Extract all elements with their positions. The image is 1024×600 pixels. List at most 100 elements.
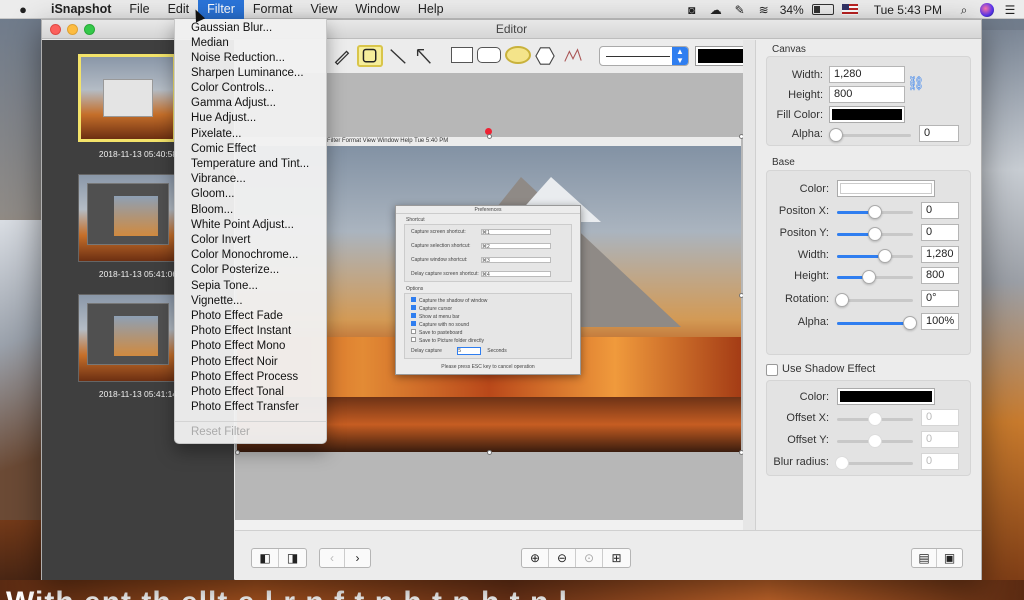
menu-view[interactable]: View [302,0,347,19]
thumbnail-3[interactable] [78,294,176,382]
offset-x-slider[interactable] [837,412,913,426]
filter-item[interactable]: Hue Adjust... [191,111,256,126]
filter-item[interactable]: Gaussian Blur... [191,21,272,36]
filter-item[interactable]: Sharpen Luminance... [191,66,304,81]
filter-item[interactable]: Vignette... [191,294,243,309]
line-tool-icon[interactable] [387,45,409,67]
menu-filter[interactable]: Filter [198,0,244,19]
toggle-left-panel-icon[interactable]: ◧ [252,549,279,567]
filter-item[interactable]: Photo Effect Fade [191,309,283,324]
wifi-icon[interactable]: ≋ [756,3,772,17]
filter-item[interactable]: Noise Reduction... [191,51,285,66]
reset-filter-item[interactable]: Reset Filter [191,425,250,440]
rotation-field[interactable]: 0° [921,290,959,307]
position-x-slider[interactable] [837,205,913,219]
zoom-out-icon[interactable]: ⊖ [549,549,576,567]
vertical-scrollbar[interactable] [743,40,755,530]
filter-item[interactable]: Photo Effect Noir [191,355,278,370]
menu-clock[interactable]: Tue 5:43 PM [874,3,942,17]
previous-arrow-icon[interactable]: ‹ [320,549,345,567]
battery-percent[interactable]: 34% [780,3,804,17]
zoom-actual-icon[interactable]: ⊙ [576,549,603,567]
blur-radius-slider[interactable] [835,456,913,470]
filter-item[interactable]: Photo Effect Instant [191,324,291,339]
filter-item[interactable]: Pixelate... [191,127,242,142]
filter-item[interactable]: Gloom... [191,187,234,202]
us-flag-icon[interactable] [841,4,858,15]
zoom-in-icon[interactable]: ⊕ [522,549,549,567]
camera-icon[interactable]: ◙ [684,3,700,17]
filter-item[interactable]: White Point Adjust... [191,218,294,233]
notification-center-icon[interactable]: ☰ [1002,3,1018,17]
offset-y-field[interactable]: 0 [921,431,959,448]
resize-handle[interactable] [487,450,492,455]
filter-item[interactable]: Photo Effect Process [191,370,298,385]
link-dimensions-icon[interactable]: ⛓ [907,75,925,92]
position-x-field[interactable]: 0 [921,202,959,219]
base-alpha-slider[interactable] [837,316,917,330]
blur-radius-field[interactable]: 0 [921,453,959,470]
filter-item[interactable]: Comic Effect [191,142,256,157]
close-button[interactable] [50,24,61,35]
toggle-right-panel-icon[interactable]: ◨ [279,549,306,567]
offset-y-slider[interactable] [837,434,913,448]
resize-handle[interactable] [487,134,492,139]
canvas-height-field[interactable]: 800 [829,86,905,103]
base-height-slider[interactable] [837,270,913,284]
shadow-color-well[interactable] [837,388,935,405]
base-width-field[interactable]: 1,280 [921,246,959,263]
list-icon[interactable]: ▤ [912,549,937,567]
fill-color-well[interactable] [829,106,905,123]
rounded-rect-tool-icon[interactable] [477,47,501,63]
canvas-width-field[interactable]: 1,280 [829,66,905,83]
position-y-field[interactable]: 0 [921,224,959,241]
filter-item[interactable]: Gamma Adjust... [191,96,276,111]
filter-item[interactable]: Color Monochrome... [191,248,298,263]
menu-app-name[interactable]: iSnapshot [42,0,120,19]
base-alpha-field[interactable]: 100% [921,313,959,330]
rotation-slider[interactable] [835,293,913,307]
menu-file[interactable]: File [120,0,158,19]
filter-item[interactable]: Color Controls... [191,81,274,96]
ellipse-tool-icon[interactable] [505,46,531,64]
zoom-button[interactable] [84,24,95,35]
pen-tool-icon[interactable] [331,45,353,67]
filter-item[interactable]: Color Invert [191,233,250,248]
apple-logo-icon[interactable]: ● [14,2,32,17]
filter-item[interactable]: Photo Effect Transfer [191,400,299,415]
filter-item[interactable]: Temperature and Tint... [191,157,309,172]
siri-icon[interactable] [980,2,994,17]
filter-item[interactable]: Bloom... [191,203,233,218]
filter-item[interactable]: Photo Effect Mono [191,339,285,354]
menu-help[interactable]: Help [409,0,453,19]
minimize-button[interactable] [67,24,78,35]
spotlight-search-icon[interactable]: ⌕ [956,3,972,17]
position-y-slider[interactable] [837,227,913,241]
freehand-tool-icon[interactable] [561,45,585,67]
polygon-tool-icon[interactable] [533,45,557,67]
line-style-select[interactable]: ▲ ▼ [599,46,689,66]
canvas-alpha-field[interactable]: 0 [919,125,959,142]
save-icon[interactable]: ▣ [937,549,962,567]
battery-icon[interactable] [811,4,834,15]
canvas-alpha-slider[interactable] [829,128,911,142]
base-height-field[interactable]: 800 [921,267,959,284]
horizontal-scrollbar[interactable] [235,520,743,530]
filter-item[interactable]: Sepia Tone... [191,279,258,294]
next-arrow-icon[interactable]: › [345,549,370,567]
cloud-icon[interactable]: ☁ [708,3,724,17]
filter-item[interactable]: Color Posterize... [191,263,279,278]
base-width-slider[interactable] [837,249,913,263]
thumbnail-2[interactable] [78,174,176,262]
thumbnail-1[interactable] [78,54,176,142]
filter-item[interactable]: Vibrance... [191,172,246,187]
zoom-fit-icon[interactable]: ⊞ [603,549,630,567]
menu-format[interactable]: Format [244,0,302,19]
shadow-effect-checkbox[interactable] [766,364,778,376]
resize-handle[interactable] [235,450,240,455]
menu-window[interactable]: Window [346,0,408,19]
selection-tool-icon[interactable] [357,45,383,67]
offset-x-field[interactable]: 0 [921,409,959,426]
filter-item[interactable]: Median [191,36,229,51]
script-icon[interactable]: ✎ [732,3,748,17]
